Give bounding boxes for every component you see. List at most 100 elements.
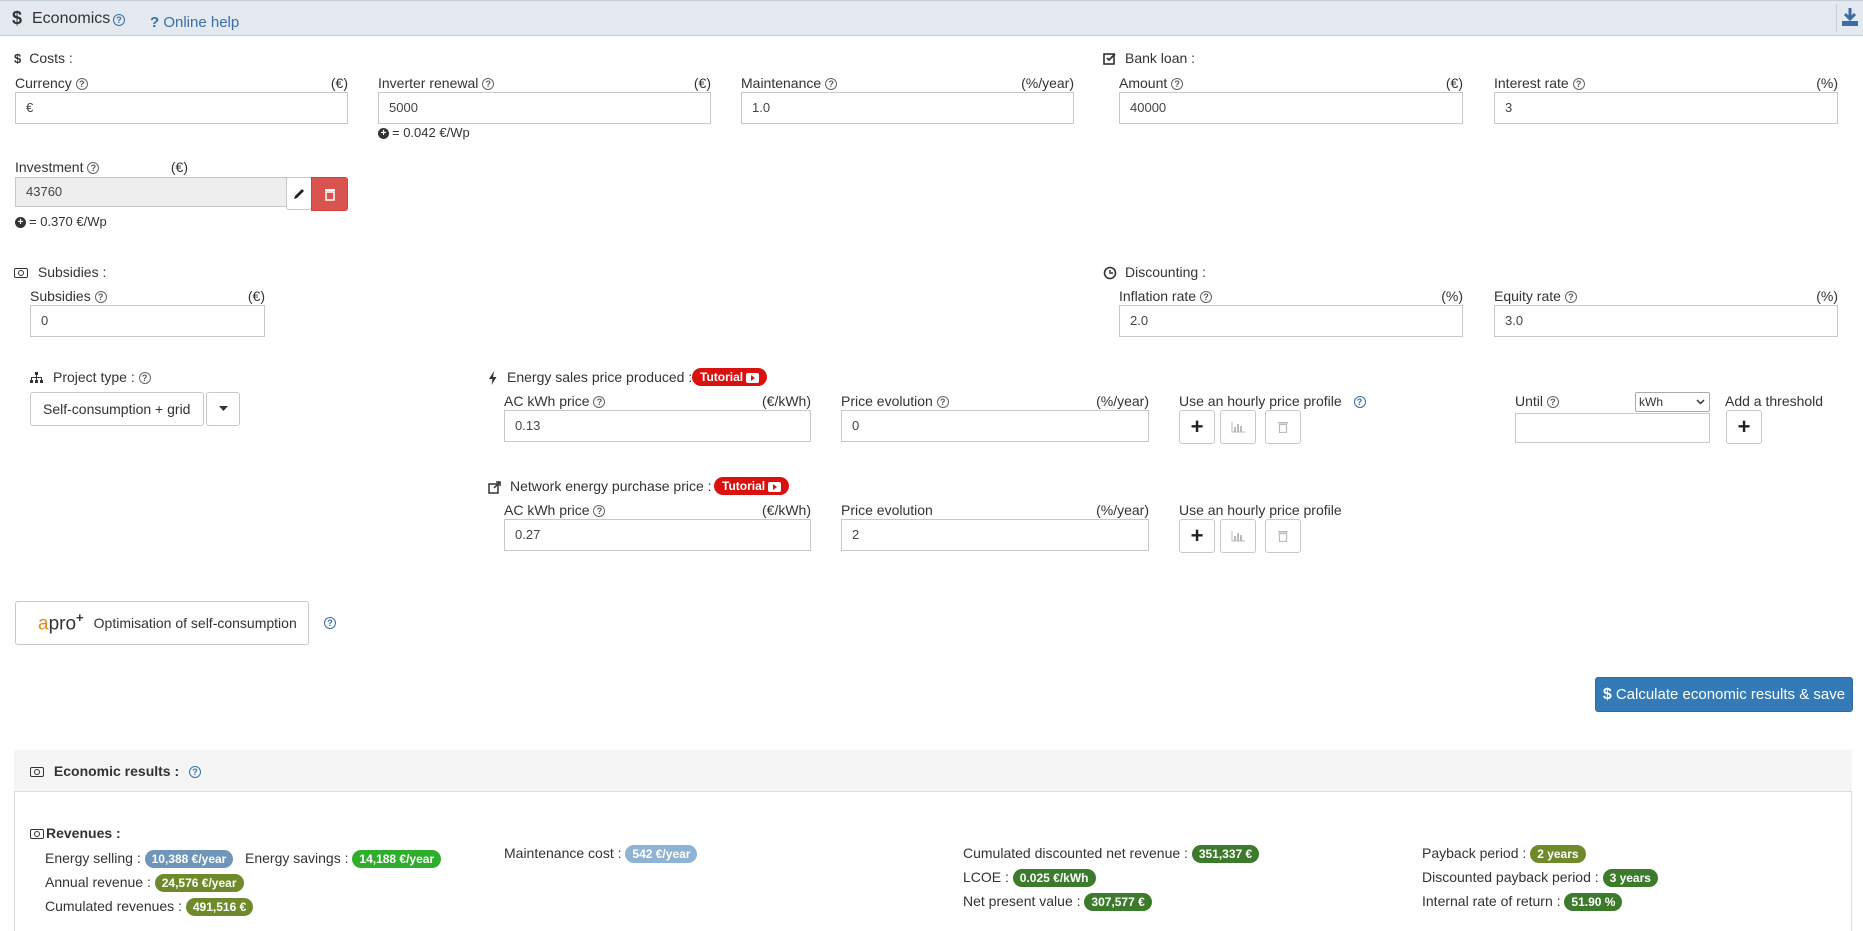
- help-icon[interactable]: ?: [1171, 78, 1184, 91]
- investment-label: Investment ?: [15, 159, 100, 175]
- purchase-evolution-label: Price evolution: [841, 502, 933, 518]
- purchase-tutorial-badge[interactable]: Tutorial: [714, 477, 790, 495]
- trash-icon: [1278, 422, 1288, 433]
- download-icon[interactable]: [1836, 4, 1863, 32]
- economic-results-title: Economic results : ?: [30, 763, 202, 779]
- add-threshold-button[interactable]: +: [1726, 410, 1762, 444]
- help-icon[interactable]: ?: [324, 617, 336, 629]
- help-icon[interactable]: ?: [94, 291, 107, 304]
- lcoe-row: LCOE : 0.025 €/kWh: [963, 869, 1096, 887]
- energy-savings-row: Energy savings : 14,188 €/year: [245, 850, 442, 868]
- sales-hourly-delete-button[interactable]: [1265, 410, 1301, 444]
- purchase-evolution-input[interactable]: 2: [841, 519, 1149, 551]
- sales-hourly-chart-button[interactable]: [1220, 410, 1256, 444]
- sales-evolution-label: Price evolution ?: [841, 393, 949, 409]
- purchase-price-unit: (€/kWh): [762, 502, 811, 518]
- loan-amount-input[interactable]: 40000: [1119, 92, 1463, 124]
- lcoe-badge: 0.025 €/kWh: [1012, 869, 1096, 887]
- sales-price-unit: (€/kWh): [762, 393, 811, 409]
- subsidies-input[interactable]: 0: [30, 305, 265, 337]
- sales-tutorial-badge[interactable]: Tutorial: [692, 368, 768, 386]
- edit-investment-button[interactable]: [286, 177, 312, 210]
- add-threshold-label: Add a threshold: [1725, 393, 1824, 409]
- dollar-icon: $: [12, 8, 23, 28]
- bank-loan-title: Bank loan :: [1103, 50, 1195, 66]
- bar-chart-icon: [1231, 530, 1245, 541]
- money-icon: [14, 268, 28, 279]
- internal-rate-of-return-row: Internal rate of return : 51.90 %: [1422, 893, 1623, 911]
- inflation-rate-input[interactable]: 2.0: [1119, 305, 1463, 337]
- subsidies-unit: (€): [247, 288, 265, 304]
- help-icon[interactable]: ?: [138, 372, 151, 385]
- help-icon[interactable]: ?: [75, 78, 88, 91]
- currency-unit: (€): [330, 75, 348, 91]
- currency-input[interactable]: €: [15, 92, 348, 124]
- maintenance-unit: (%/year): [1021, 75, 1074, 91]
- help-icon[interactable]: ?: [1353, 396, 1366, 409]
- equity-rate-input[interactable]: 3.0: [1494, 305, 1838, 337]
- inverter-renewal-input[interactable]: 5000: [378, 92, 711, 124]
- inverter-renewal-note: + = 0.042 €/Wp: [378, 125, 470, 140]
- sales-price-label: AC kWh price ?: [504, 393, 606, 409]
- delete-investment-button[interactable]: [311, 177, 348, 211]
- costs-section-title: $ Costs :: [14, 50, 73, 66]
- help-icon[interactable]: ?: [936, 396, 949, 409]
- purchase-hourly-add-button[interactable]: +: [1179, 519, 1215, 553]
- inverter-renewal-label: Inverter renewal ?: [378, 75, 495, 91]
- purchase-hourly-delete-button[interactable]: [1265, 519, 1301, 553]
- help-icon[interactable]: ?: [113, 14, 125, 26]
- youtube-icon: [768, 481, 782, 492]
- net-present-value-badge: 307,577 €: [1084, 893, 1152, 911]
- help-icon[interactable]: ?: [189, 766, 202, 779]
- sales-hourly-add-button[interactable]: +: [1179, 410, 1215, 444]
- until-unit-select[interactable]: kWh: [1635, 392, 1710, 412]
- purchase-price-title: Network energy purchase price :: [488, 478, 712, 494]
- checkbox-checked-icon[interactable]: [1103, 52, 1117, 66]
- purchase-price-input[interactable]: 0.27: [504, 519, 811, 551]
- help-icon[interactable]: ?: [593, 396, 606, 409]
- sales-evolution-input[interactable]: 0: [841, 410, 1149, 442]
- interest-rate-input[interactable]: 3: [1494, 92, 1838, 124]
- internal-rate-of-return-badge: 51.90 %: [1564, 893, 1623, 911]
- help-icon[interactable]: ?: [825, 78, 838, 91]
- help-icon[interactable]: ?: [1199, 291, 1212, 304]
- help-icon[interactable]: ?: [1572, 78, 1585, 91]
- until-input[interactable]: [1515, 413, 1710, 443]
- energy-sales-title: Energy sales price produced :: [488, 369, 692, 386]
- project-type-title: Project type : ?: [30, 369, 151, 385]
- sitemap-icon: [30, 372, 43, 384]
- equity-rate-unit: (%): [1816, 288, 1838, 304]
- sales-price-input[interactable]: 0.13: [504, 410, 811, 442]
- maintenance-label: Maintenance ?: [741, 75, 838, 91]
- youtube-icon: [746, 372, 760, 383]
- sales-hourly-label: Use an hourly price profile ?: [1179, 393, 1366, 409]
- purchase-evolution-unit: (%/year): [1096, 502, 1149, 518]
- help-icon[interactable]: ?: [593, 505, 606, 518]
- pencil-icon: [294, 188, 304, 199]
- discounted-payback-period-badge: 3 years: [1602, 869, 1658, 887]
- project-type-select[interactable]: Self-consumption + grid: [30, 392, 204, 426]
- purchase-hourly-chart-button[interactable]: [1220, 519, 1256, 553]
- maintenance-cost-badge: 542 €/year: [625, 845, 698, 863]
- help-icon[interactable]: ?: [482, 78, 495, 91]
- maintenance-input[interactable]: 1.0: [741, 92, 1074, 124]
- calculate-save-button[interactable]: $ Calculate economic results & save: [1595, 677, 1853, 712]
- plus-circle-icon[interactable]: +: [15, 217, 26, 229]
- online-help-link[interactable]: ? Online help: [150, 14, 239, 31]
- subsidies-label: Subsidies ?: [30, 288, 107, 304]
- investment-input[interactable]: 43760: [15, 177, 288, 207]
- interest-rate-unit: (%): [1816, 75, 1838, 91]
- payback-period-badge: 2 years: [1530, 845, 1586, 863]
- project-type-dropdown-button[interactable]: [206, 392, 240, 426]
- help-icon[interactable]: ?: [1564, 291, 1577, 304]
- trash-icon: [324, 188, 335, 201]
- annual-revenue-badge: 24,576 €/year: [154, 874, 244, 892]
- help-icon[interactable]: ?: [87, 162, 100, 175]
- discounted-payback-period-row: Discounted payback period : 3 years: [1422, 869, 1658, 887]
- money-icon: [30, 767, 44, 778]
- until-label: Until ?: [1515, 393, 1559, 409]
- optimisation-self-consumption-button[interactable]: apro+ Optimisation of self-consumption: [15, 601, 309, 645]
- plus-circle-icon[interactable]: +: [378, 128, 389, 140]
- help-icon[interactable]: ?: [1546, 396, 1559, 409]
- bolt-icon: [489, 371, 497, 386]
